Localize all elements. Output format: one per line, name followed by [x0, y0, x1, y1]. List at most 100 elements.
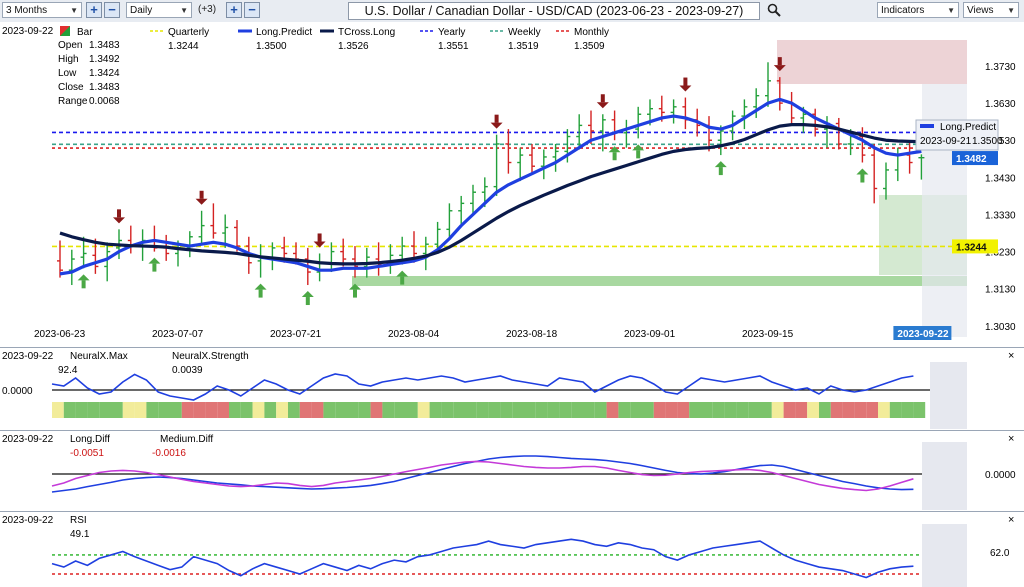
indicator-name: Long.Predict	[256, 27, 312, 38]
toolbar: 3 Months ▼ + − Daily ▼ (+3) + − U.S. Dol…	[0, 0, 1024, 23]
chevron-down-icon: ▼	[1007, 6, 1015, 15]
neuralx-max-cell	[170, 402, 182, 418]
sell-arrow	[117, 209, 121, 218]
neuralx-max-cell	[807, 402, 819, 418]
neuralx-max-value: 92.4	[58, 365, 78, 376]
diff-panel	[0, 431, 1024, 511]
neuralx-max-cell	[122, 402, 135, 418]
neuralx-max-cell	[771, 402, 784, 418]
quarterly-badge-label: 1.3244	[956, 242, 987, 253]
indicator-value: 1.3551	[438, 41, 469, 52]
range-select[interactable]: 3 Months ▼	[2, 2, 82, 18]
plus-icon: +	[90, 2, 98, 17]
buy-arrow	[612, 152, 617, 161]
neuralx-max-cell	[87, 402, 100, 418]
x-tick-label: 2023-07-07	[152, 329, 204, 340]
long-diff-value: -0.0051	[70, 448, 104, 459]
neuralx-max-cell	[583, 402, 595, 418]
remove-range-button[interactable]: −	[104, 2, 120, 18]
close-icon[interactable]: ×	[1008, 433, 1014, 445]
neuralx-max-cell	[878, 402, 890, 418]
neuralx-max-cell	[358, 402, 371, 418]
neuralx-max-cell	[524, 402, 536, 418]
medium-diff-value: -0.0016	[152, 448, 186, 459]
legend-low-label: Low	[58, 68, 77, 79]
neuralx-max-cell	[854, 402, 867, 418]
diff-date: 2023-09-22	[2, 434, 54, 445]
neuralx-max-cell	[323, 402, 336, 418]
add-range-button[interactable]: +	[86, 2, 102, 18]
neuralx-max-cell	[760, 402, 772, 418]
buy-arrow	[81, 280, 86, 289]
neuralx-max-cell	[677, 402, 690, 418]
neuralx-max-cell	[299, 402, 312, 418]
buy-arrow	[353, 289, 357, 298]
legend-high-label: High	[58, 54, 79, 65]
neuralx-max-cell	[205, 402, 218, 418]
close-icon[interactable]: ×	[1008, 514, 1014, 526]
y-tick-label: 1.3030	[985, 322, 1016, 333]
buy-arrow	[400, 276, 405, 285]
rsi-62-label: 62.0	[990, 548, 1010, 559]
demand-band	[352, 276, 967, 286]
legend-date: 2023-09-22	[2, 26, 54, 37]
legend-open-value: 1.3483	[89, 40, 120, 51]
legend-high-value: 1.3492	[89, 54, 120, 65]
indicator-name: Weekly	[508, 27, 541, 38]
x-tick-label: 2023-07-21	[270, 329, 322, 340]
neuralx-max-cell	[288, 402, 300, 418]
neuralx-max-cell	[689, 402, 701, 418]
tooltip-swatch	[920, 124, 934, 128]
buy-arrow	[258, 289, 263, 298]
x-tick-label: 2023-08-04	[388, 329, 440, 340]
indicator-value: 1.3500	[256, 41, 287, 52]
add-interval-button[interactable]: +	[226, 2, 242, 18]
neuralx-max-cell	[642, 402, 654, 418]
neuralx-max-cell	[830, 402, 843, 418]
neuralx-max-cell	[394, 402, 406, 418]
symbol-title-field[interactable]: U.S. Dollar / Canadian Dollar - USD/CAD …	[348, 2, 760, 20]
interval-select[interactable]: Daily ▼	[126, 2, 192, 18]
neuralx-max-cell	[382, 402, 395, 418]
indicator-value: 1.3519	[508, 41, 539, 52]
neuralx-max-cell	[889, 402, 902, 418]
neuralx-max-cell	[795, 402, 808, 418]
remove-interval-button[interactable]: −	[244, 2, 260, 18]
medium-diff-name: Medium.Diff	[160, 434, 213, 445]
rsi-future-zone	[922, 524, 967, 587]
buy-arrow	[305, 297, 310, 306]
neuralx-max-cell	[653, 402, 666, 418]
indicators-label: Indicators	[881, 5, 925, 16]
diff-future-zone	[922, 442, 967, 510]
neuralx-max-cell	[158, 402, 170, 418]
current-date-label: 2023-09-22	[897, 329, 949, 340]
indicator-name: Yearly	[438, 27, 465, 38]
neuralx-max-cell	[252, 402, 265, 418]
indicator-value: 1.3526	[338, 41, 369, 52]
neuralx-max-cell	[606, 402, 619, 418]
long-diff-name: Long.Diff	[70, 434, 110, 445]
neuralx-max-cell	[724, 402, 737, 418]
neuralx-max-cell	[193, 402, 206, 418]
search-icon[interactable]	[767, 3, 781, 17]
y-tick-label: 1.3730	[985, 62, 1016, 73]
price-chart[interactable]: 1.30301.31301.32301.33301.34301.35301.36…	[0, 22, 1024, 587]
neuralx-max-cell	[429, 402, 442, 418]
indicators-dropdown[interactable]: Indicators ▼	[877, 2, 959, 18]
plus-count: (+3)	[198, 4, 217, 15]
neuralx-max-cell	[913, 402, 926, 418]
sell-arrow	[683, 77, 688, 86]
chevron-down-icon: ▼	[947, 6, 955, 15]
diff-zero-label: 0.0000	[985, 470, 1016, 481]
indicator-name: TCross.Long	[338, 27, 395, 38]
neuralx-max-cell	[370, 402, 383, 418]
legend-range-label: Range	[58, 96, 88, 107]
neuralx-max-cell	[276, 402, 288, 418]
buy-arrow	[718, 167, 723, 176]
minus-icon: −	[248, 2, 256, 17]
neuralx-max-cell	[736, 402, 749, 418]
close-icon[interactable]: ×	[1008, 350, 1014, 362]
neuralx-max-cell	[748, 402, 760, 418]
y-tick-label: 1.3330	[985, 210, 1016, 221]
views-dropdown[interactable]: Views ▼	[963, 2, 1019, 18]
